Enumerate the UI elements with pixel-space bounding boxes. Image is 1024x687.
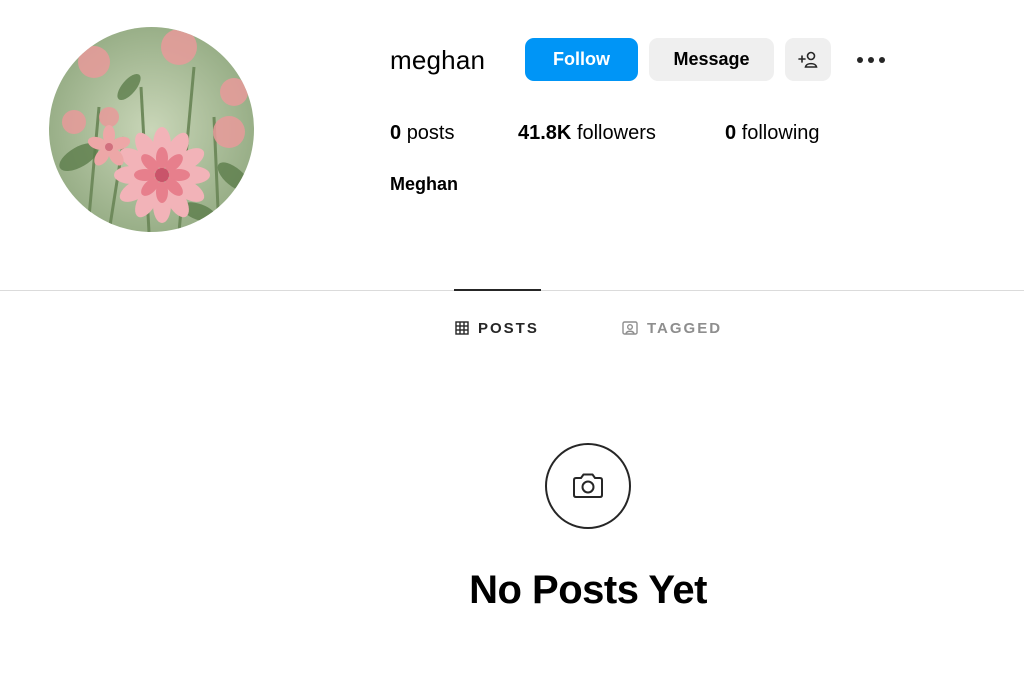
more-options-icon xyxy=(857,57,885,63)
profile-full-name: Meghan xyxy=(390,174,459,194)
followers-count-label: followers xyxy=(576,122,656,144)
following-count-value: 0 xyxy=(725,122,737,144)
followers-count[interactable]: 41.8K followers xyxy=(518,120,656,146)
message-button[interactable]: Message xyxy=(649,38,774,81)
add-user-icon xyxy=(798,51,818,68)
camera-icon xyxy=(573,473,603,498)
avatar[interactable] xyxy=(49,27,254,232)
empty-state-title: No Posts Yet xyxy=(469,568,707,612)
tab-posts-label: POSTS xyxy=(478,319,539,337)
tab-tagged[interactable]: TAGGED xyxy=(622,318,722,338)
grid-icon xyxy=(455,321,469,335)
profile-page: meghan Follow Message 0 posts 41.8K foll… xyxy=(0,0,1024,687)
followers-count-value: 41.8K xyxy=(518,122,572,144)
more-options-button[interactable] xyxy=(852,44,890,76)
tab-tagged-label: TAGGED xyxy=(647,319,723,337)
empty-state-camera xyxy=(545,443,631,529)
posts-count-label: posts xyxy=(406,122,455,144)
follow-button[interactable]: Follow xyxy=(525,38,638,81)
avatar-flower-image xyxy=(49,27,254,232)
tagged-icon xyxy=(622,321,638,335)
posts-count: 0 posts xyxy=(390,120,455,146)
following-count[interactable]: 0 following xyxy=(725,120,820,146)
active-tab-indicator xyxy=(454,289,541,291)
add-user-button[interactable] xyxy=(785,38,831,81)
profile-username: meghan xyxy=(390,45,486,75)
following-count-label: following xyxy=(741,122,820,144)
tab-posts[interactable]: POSTS xyxy=(455,318,539,338)
posts-count-value: 0 xyxy=(390,122,402,144)
